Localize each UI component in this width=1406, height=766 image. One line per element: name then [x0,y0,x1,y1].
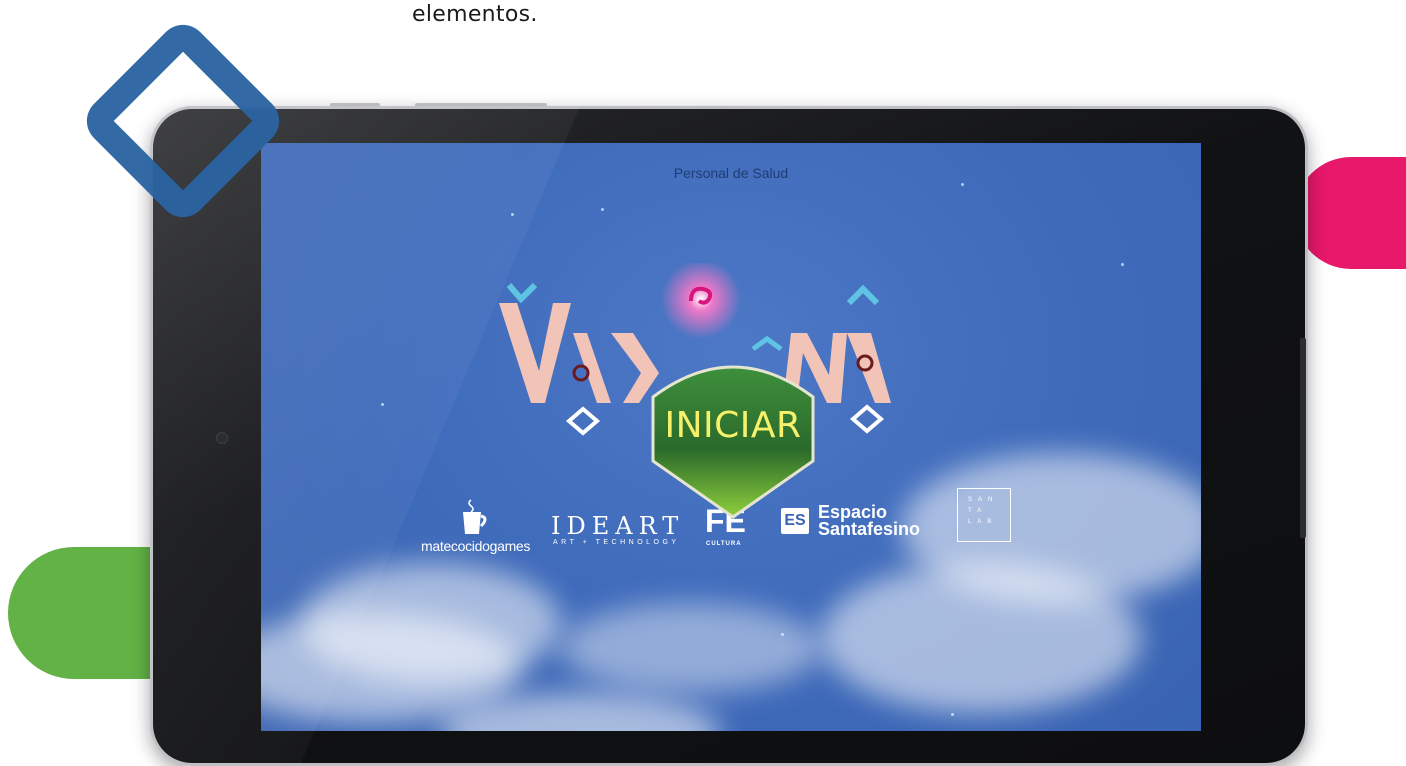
logo-espacio-line2: Santafesino [818,519,921,539]
star [1121,263,1124,266]
start-button-label: INICIAR [664,404,802,446]
tablet-side-button [1300,338,1306,538]
decorative-pink-shape [1295,157,1406,269]
cloud [821,563,1141,713]
logo-espacio-santafesino: Espacio Santafesino [818,503,921,539]
start-button[interactable]: INICIAR [647,343,819,519]
cloud [561,603,821,693]
cup-icon [463,499,487,534]
logo-santalab: SAN TA LAB [957,488,1011,542]
caption-text: elementos. [412,2,538,27]
star [601,208,604,211]
star [951,713,954,716]
logo-ideart-subtitle: ART + TECHNOLOGY [553,539,680,546]
logo-matecocido: matecocidogames [421,538,531,554]
logo-fe-subtitle: CULTURA [706,541,742,547]
star [961,183,964,186]
